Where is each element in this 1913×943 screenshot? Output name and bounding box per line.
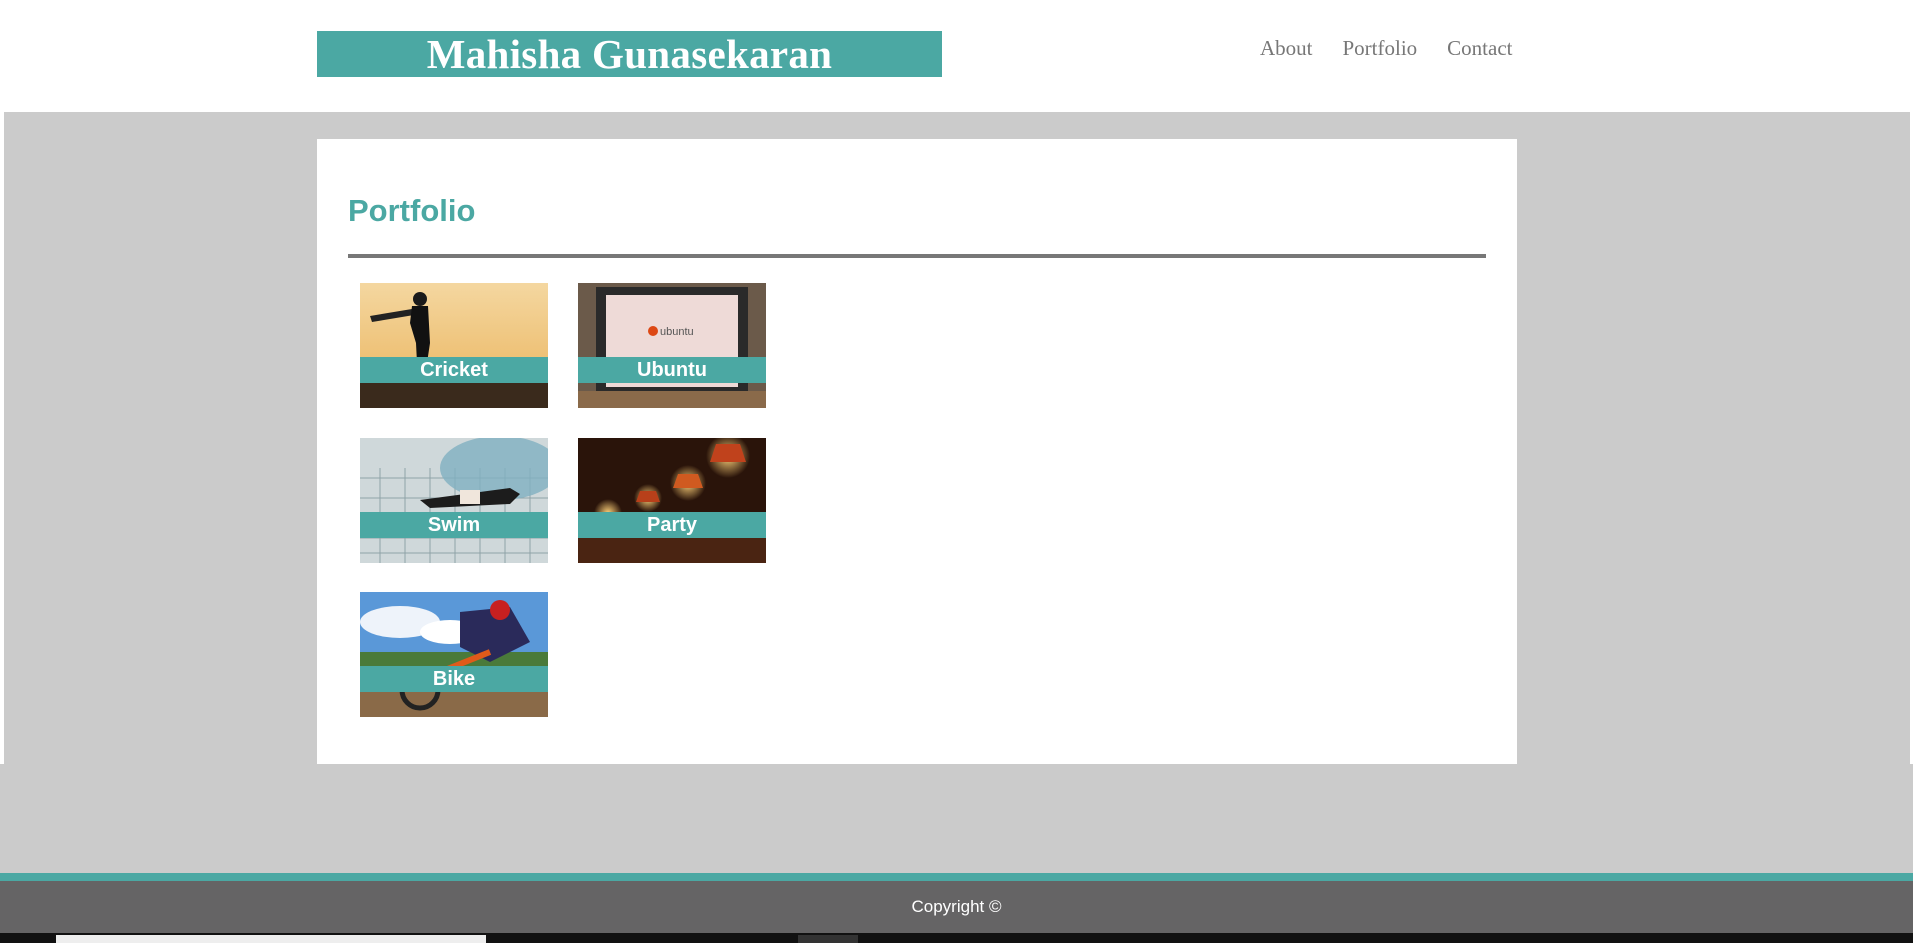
bike-thumbnail: [360, 592, 548, 717]
portfolio-item-cricket[interactable]: Cricket: [360, 283, 548, 408]
footer-accent-rule: [0, 873, 1913, 881]
portfolio-item-label: Cricket: [360, 357, 548, 383]
party-thumbnail: [578, 438, 766, 563]
nav-about-link[interactable]: About: [1260, 35, 1313, 61]
nav-portfolio-link[interactable]: Portfolio: [1343, 35, 1418, 61]
page-title: Portfolio: [348, 193, 476, 228]
ubuntu-thumbnail: ubuntu: [578, 283, 766, 408]
bottom-edge-strip: [0, 933, 1913, 943]
portfolio-item-swim[interactable]: Swim: [360, 438, 548, 563]
swim-thumbnail: [360, 438, 548, 563]
site-header: Mahisha Gunasekaran About Portfolio Cont…: [0, 0, 1913, 112]
portfolio-item-label: Ubuntu: [578, 357, 766, 383]
cricket-thumbnail: [360, 283, 548, 408]
main-nav: About Portfolio Contact: [1260, 35, 1513, 61]
ubuntu-logo-text: ubuntu: [660, 326, 694, 338]
portfolio-item-label: Bike: [360, 666, 548, 692]
bottom-strip-segment: [56, 935, 486, 943]
portfolio-item-ubuntu[interactable]: ubuntu Ubuntu: [578, 283, 766, 408]
title-divider: [348, 254, 1486, 258]
nav-contact-link[interactable]: Contact: [1447, 35, 1512, 61]
portfolio-item-bike[interactable]: Bike: [360, 592, 548, 717]
copyright-text: Copyright ©: [911, 897, 1002, 916]
page-background-lower: [0, 764, 1913, 873]
portfolio-item-label: Swim: [360, 512, 548, 538]
portfolio-item-party[interactable]: Party: [578, 438, 766, 563]
portfolio-item-label: Party: [578, 512, 766, 538]
site-title[interactable]: Mahisha Gunasekaran: [317, 31, 942, 77]
portfolio-section: Portfolio Cricket ubuntu Ubuntu Swim Par…: [317, 139, 1517, 764]
bottom-strip-segment: [798, 935, 858, 943]
site-footer: Copyright ©: [0, 881, 1913, 933]
